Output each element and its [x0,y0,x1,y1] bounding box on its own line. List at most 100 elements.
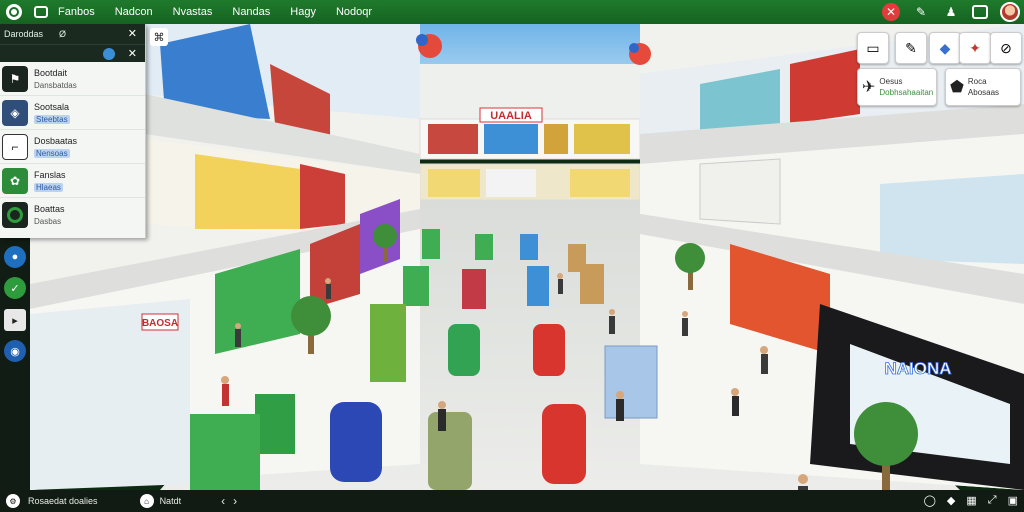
panel-item-badge: Steebtas [34,114,70,124]
panel-search-go-icon[interactable] [103,48,115,60]
bottom-status-bar: ⚙ Rosaedat doalies ⌂ Natdt ‹ › ◯ ◆ ▦ ⤢ ▣ [0,490,1024,512]
car-red[interactable] [533,324,565,376]
tools-icon[interactable]: ✎ [912,3,930,21]
shopper[interactable] [221,376,229,406]
back-shop-2 [484,124,538,154]
sidebar-globe-icon[interactable]: ● [4,246,26,268]
balloon-left-blue [416,34,428,46]
right-card-2-sub: Abosaas [967,88,1000,97]
sidebar-check-icon[interactable]: ✓ [4,277,26,299]
display-stand[interactable] [462,269,486,309]
panel-item-title: Boattas [34,204,65,214]
shopper[interactable] [438,401,446,431]
image-icon[interactable] [972,5,988,19]
panel-item-4[interactable]: ✿ Fanslas Hlaeas [0,164,145,198]
shopper[interactable] [798,474,808,490]
megaphone-icon: ✈ [862,79,876,96]
panel-item-badge: Hlaeas [34,182,63,192]
home-icon[interactable] [34,6,48,18]
app-logo-icon[interactable] [6,4,22,20]
sidebar-target-icon[interactable]: ◉ [4,340,26,362]
right-card-1-title: Oesus [879,77,903,86]
shopper[interactable] [616,391,624,421]
expand-icon[interactable]: ⤢ [988,494,997,507]
sidebar-tag-icon[interactable]: ▸ [4,309,26,331]
center-storefront-sign: UAALIA [490,110,532,122]
right-card-1[interactable]: ✈ Oesus Dobhsahaaitan [857,68,937,106]
display-stand[interactable] [527,266,549,306]
game-window: Fanbos Nadcon Nvastas Nandas Hagy Nodoqr… [0,0,1024,512]
display-stand[interactable] [520,234,538,260]
panel-search-clear-icon[interactable]: ✕ [128,47,137,60]
settings-icon[interactable]: ⚙ [6,494,20,508]
display-stand[interactable] [190,414,260,490]
shopper[interactable] [682,311,688,336]
left-storefront-sign: BAOSA [142,318,178,329]
panel-close-icon[interactable]: ✕ [128,27,137,40]
no-entry-icon[interactable]: ✕ [882,3,900,21]
panel-item-title: Fanslas [34,169,66,180]
back-ground-shop-3 [570,169,630,197]
panel-item-1[interactable]: ⚑ Bootdait Dansbatdas [0,62,145,96]
panel-item-5[interactable]: Boattas Dasbas [0,198,145,232]
car-red-front[interactable] [542,404,586,484]
car-blue[interactable] [330,402,382,482]
display-stand[interactable] [422,229,440,259]
right-mid-shop [699,158,781,225]
car-green[interactable] [448,324,480,376]
map-icon[interactable]: ⌂ [139,494,154,508]
back-shop-4 [574,124,630,154]
menu-item-4[interactable]: Nandas [232,6,270,18]
display-stand[interactable] [403,266,429,306]
menu-item-1[interactable]: Fanbos [58,6,95,18]
next-arrow-icon[interactable]: › [233,494,237,508]
display-stand[interactable] [255,394,295,454]
grid-icon[interactable]: ▦ [966,494,976,507]
shopper[interactable] [760,346,768,374]
menu-item-3[interactable]: Nvastas [173,6,213,18]
leaf-icon: ✿ [2,167,28,194]
edit-tool-icon[interactable]: ⌘ [150,28,168,46]
screen-tool-icon[interactable]: ▭ [857,32,889,64]
panel-item-sub: Dasbas [34,217,62,226]
menu-item-2[interactable]: Nadcon [115,6,153,18]
display-stand[interactable] [370,304,406,382]
fullscreen-icon[interactable]: ▣ [1008,494,1018,507]
menu-item-5[interactable]: Hagy [290,6,316,18]
panel-item-title: Bootdait [34,67,68,78]
user-add-icon[interactable]: ♟ [942,3,960,21]
prev-arrow-icon[interactable]: ‹ [221,494,225,508]
right-mid-shop-glass [880,174,1024,264]
stairs-icon: ⌐ [2,133,28,160]
status-text: Rosaedat doalies [28,496,98,506]
panel-search-bar[interactable]: ✕ [0,44,145,62]
shopper[interactable] [731,388,739,416]
left-mid-shop-red [300,164,345,229]
fire-tool-icon[interactable]: ✦ [959,32,991,64]
car-olive[interactable] [428,412,472,490]
display-stand[interactable] [604,345,658,419]
right-card-2[interactable]: ⬟ Roca Abosaas [945,68,1021,106]
link-tool-icon[interactable]: ⊘ [990,32,1022,64]
back-shop-1 [428,124,478,154]
back-ground-shop-2 [486,169,536,197]
panel-item-badge: Nensoas [34,148,70,158]
shopper[interactable] [609,309,615,334]
shopper[interactable] [235,323,241,347]
avatar[interactable] [1000,2,1020,22]
panel-item-3[interactable]: ⌐ Dosbaatas Nensoas [0,130,145,164]
display-stand[interactable] [580,264,604,304]
balloon-right-blue [629,43,639,53]
shoe-tool-icon[interactable]: ◆ [929,32,961,64]
right-card-2-title: Roca [967,77,987,86]
display-stand[interactable] [475,234,493,260]
panel-item-2[interactable]: ◈ Sootsala Steebtas [0,96,145,130]
panel-item-title: Dosbaatas [34,135,78,146]
panel-header-title: Daroddas [4,29,44,39]
record-icon[interactable]: ◯ [924,494,936,507]
panel-item-sub: Dansbatdas [34,80,77,90]
pen-tool-icon[interactable]: ✎ [895,32,927,64]
camera-icon[interactable]: ◆ [947,494,955,507]
panel-header: Daroddas Ø ✕ [0,24,145,44]
menu-item-6[interactable]: Nodoqr [336,6,372,18]
